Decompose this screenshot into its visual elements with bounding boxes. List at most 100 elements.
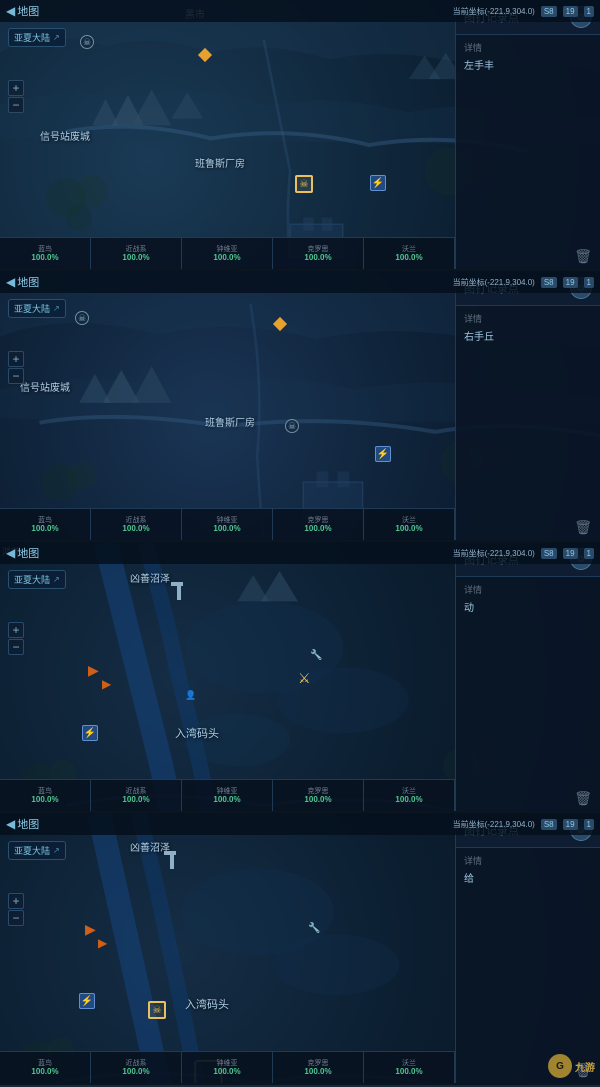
marker-tower-3	[175, 582, 183, 586]
badge-s8-2: S8	[541, 277, 557, 288]
badge-s8-1: S8	[541, 6, 557, 17]
stat-val-kero-1: 100.0%	[304, 254, 331, 262]
stat-zhong-2: 钟维亚 100.0%	[182, 509, 273, 540]
pin-footer-3: 🗑	[456, 786, 600, 811]
trash-icon-2[interactable]: 🗑	[574, 519, 592, 536]
region-yaxia-label-1: 亚夏大陆	[14, 31, 50, 44]
zoom-minus-4[interactable]: −	[8, 910, 24, 926]
marker-tower-4	[168, 851, 176, 855]
map-title-3: 地图	[17, 545, 39, 561]
stat-volan-2: 沃兰 100.0%	[364, 509, 455, 540]
stat-bird-1: 蓝鸟 100.0%	[0, 238, 91, 269]
stat-kero-1: 克罗思 100.0%	[273, 238, 364, 269]
back-button-2[interactable]: ◀	[6, 275, 15, 289]
arrow-marker-4b: ▶	[98, 936, 107, 950]
region-icon-3: ↗	[53, 575, 60, 584]
region-yaxia-label-3: 亚夏大陆	[14, 573, 50, 586]
stat-name-zhong-3: 钟维亚	[217, 788, 238, 795]
stat-kero-2: 克罗思 100.0%	[273, 509, 364, 540]
marker-skull-1a: ☠	[80, 35, 94, 49]
stat-val-volan-2: 100.0%	[395, 525, 422, 533]
arrow-marker-3b: ▶	[102, 677, 111, 691]
stat-melee-3: 近战系 100.0%	[91, 780, 182, 811]
top-bar-4: ◀ 地图 当前坐标(-221.9,304.0) S8 19 1	[0, 813, 600, 835]
pin-detail-label-4: 详情	[464, 854, 592, 867]
back-button-3[interactable]: ◀	[6, 546, 15, 560]
trash-icon-3[interactable]: 🗑	[574, 790, 592, 807]
coord-text-4: 当前坐标(-221.9,304.0)	[453, 819, 535, 830]
pin-detail-value-4: 给	[464, 870, 592, 885]
arrow-marker-3a: ▶	[88, 662, 99, 679]
region-icon-4: ↗	[53, 846, 60, 855]
stat-val-melee-3: 100.0%	[122, 796, 149, 804]
marker-blue-2: ⚡	[375, 446, 391, 462]
stat-val-kero-3: 100.0%	[304, 796, 331, 804]
stat-melee-4: 近战系 100.0%	[91, 1052, 182, 1083]
back-button-4[interactable]: ◀	[6, 817, 15, 831]
zoom-controls-2: + −	[8, 351, 24, 384]
stat-name-kero-4: 克罗思	[308, 1060, 329, 1067]
coords-1: 当前坐标(-221.9,304.0) S8 19 1	[453, 6, 594, 17]
stat-name-kero-1: 克罗思	[308, 246, 329, 253]
pin-body-4: 详情 给	[456, 848, 600, 1058]
pin-body-2: 详情 右手丘	[456, 306, 600, 515]
badge-19-3: 19	[563, 548, 578, 559]
region-yaxia-label-4: 亚夏大陆	[14, 844, 50, 857]
stat-name-melee-1: 近战系	[126, 246, 147, 253]
stat-name-bird-4: 蓝鸟	[38, 1060, 52, 1067]
zoom-minus-2[interactable]: −	[8, 368, 24, 384]
coord-text-1: 当前坐标(-221.9,304.0)	[453, 6, 535, 17]
coords-2: 当前坐标(-221.9,304.0) S8 19 1	[453, 277, 594, 288]
zoom-plus-3[interactable]: +	[8, 622, 24, 638]
stat-name-melee-2: 近战系	[126, 517, 147, 524]
pin-detail-value-3: 动	[464, 599, 592, 614]
map-title-2: 地图	[17, 274, 39, 290]
coord-text-3: 当前坐标(-221.9,304.0)	[453, 548, 535, 559]
stat-zhong-1: 钟维亚 100.0%	[182, 238, 273, 269]
stat-name-kero-3: 克罗思	[308, 788, 329, 795]
stat-name-bird-2: 蓝鸟	[38, 517, 52, 524]
pin-body-3: 详情 动	[456, 577, 600, 786]
stats-bar-4: 蓝鸟 100.0% 近战系 100.0% 钟维亚 100.0% 克罗思 100.…	[0, 1051, 455, 1083]
zoom-minus-1[interactable]: −	[8, 97, 24, 113]
back-button-1[interactable]: ◀	[6, 4, 15, 18]
pin-detail-label-2: 详情	[464, 312, 592, 325]
stat-melee-1: 近战系 100.0%	[91, 238, 182, 269]
badge-1-4: 1	[584, 819, 594, 830]
pin-body-1: 详情 左手丰	[456, 35, 600, 244]
pin-detail-value-2: 右手丘	[464, 328, 592, 343]
stat-zhong-3: 钟维亚 100.0%	[182, 780, 273, 811]
zoom-plus-4[interactable]: +	[8, 893, 24, 909]
badge-19-4: 19	[563, 819, 578, 830]
stat-bird-2: 蓝鸟 100.0%	[0, 509, 91, 540]
stat-val-bird-4: 100.0%	[31, 1068, 58, 1076]
stat-name-zhong-1: 钟维亚	[217, 246, 238, 253]
zoom-controls-1: + −	[8, 80, 24, 113]
stat-kero-4: 克罗思 100.0%	[273, 1052, 364, 1083]
badge-1-2: 1	[584, 277, 594, 288]
stat-volan-3: 沃兰 100.0%	[364, 780, 455, 811]
stat-val-volan-1: 100.0%	[395, 254, 422, 262]
zoom-plus-2[interactable]: +	[8, 351, 24, 367]
person-icon-3b: 👤	[185, 690, 196, 701]
stat-val-volan-3: 100.0%	[395, 796, 422, 804]
region-badge-yaxia-2: 亚夏大陆 ↗	[8, 299, 66, 318]
zoom-minus-3[interactable]: −	[8, 639, 24, 655]
stat-name-zhong-2: 钟维亚	[217, 517, 238, 524]
region-badge-yaxia-3: 亚夏大陆 ↗	[8, 570, 66, 589]
stat-name-zhong-4: 钟维亚	[217, 1060, 238, 1067]
target-box-4: ☠	[148, 1001, 166, 1019]
right-panel-1: 图钉记录点 ☺ 详情 左手丰 🗑	[455, 0, 600, 269]
marker-diamond-1	[200, 50, 210, 60]
stat-val-zhong-4: 100.0%	[213, 1068, 240, 1076]
top-bar-1: ◀ 地图 当前坐标(-221.9,304.0) S8 19 1	[0, 0, 600, 22]
trash-icon-1[interactable]: 🗑	[574, 248, 592, 265]
region-swamp-3: 凶善沼泽	[130, 570, 170, 585]
marker-skull-2b: ☠	[285, 419, 299, 433]
stat-val-bird-1: 100.0%	[31, 254, 58, 262]
zoom-plus-1[interactable]: +	[8, 80, 24, 96]
map-title-4: 地图	[17, 816, 39, 832]
badge-s8-3: S8	[541, 548, 557, 559]
region-badge-yaxia-4: 亚夏大陆 ↗	[8, 841, 66, 860]
map-title-1: 地图	[17, 3, 39, 19]
